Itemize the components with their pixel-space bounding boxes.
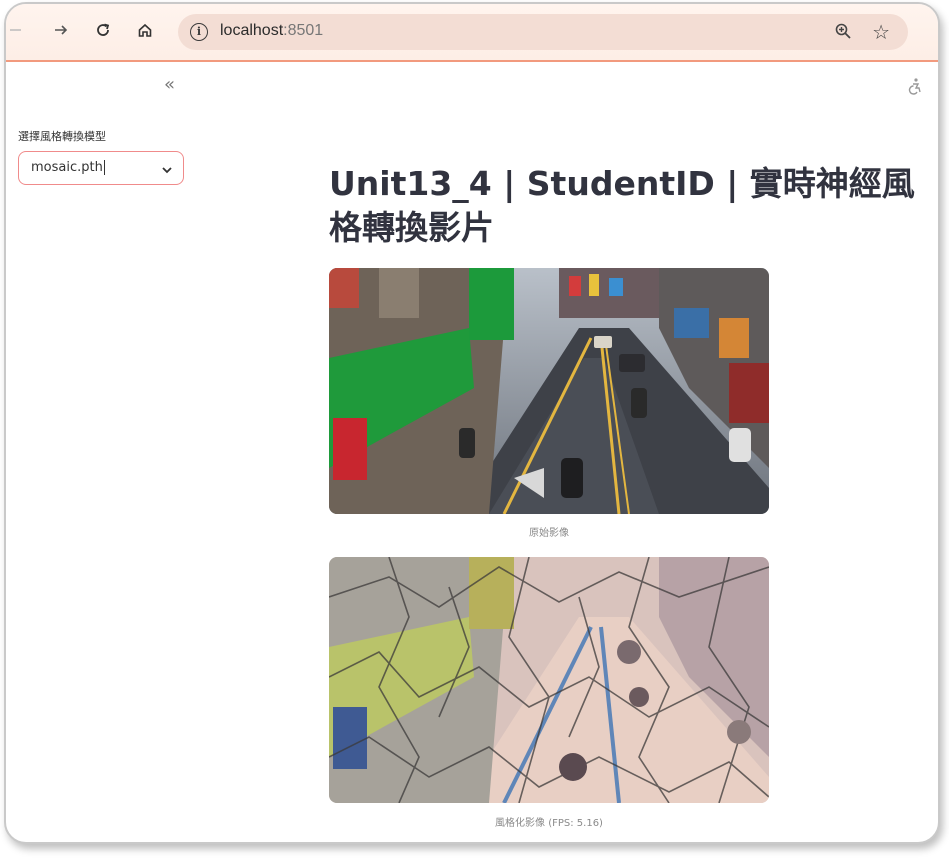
chevron-down-icon	[161, 161, 173, 180]
original-caption: 原始影像	[529, 528, 569, 539]
page-title: Unit13_4 | StudentID | 實時神經風格轉換影片	[329, 164, 915, 247]
styled-caption: 風格化影像 (FPS: 5.16)	[495, 818, 603, 829]
model-select-value: mosaic.pth	[31, 160, 105, 175]
sidebar-collapse-button[interactable]: «	[164, 74, 175, 95]
browser-toolbar: i localhost:8501 ☆	[6, 4, 938, 62]
zoom-icon[interactable]	[834, 22, 852, 44]
styled-video-frame	[329, 557, 769, 803]
original-video-frame	[329, 268, 769, 514]
address-bar[interactable]: i localhost:8501 ☆	[178, 14, 908, 50]
url-text[interactable]: localhost:8501	[220, 22, 323, 40]
browser-window: i localhost:8501 ☆ « 選擇風格轉換模型 mosaic.pth…	[4, 2, 940, 844]
reload-icon[interactable]	[90, 17, 116, 43]
site-info-icon[interactable]: i	[190, 23, 208, 41]
forward-arrow-icon[interactable]	[48, 17, 74, 43]
model-select-label: 選擇風格轉換模型	[18, 130, 106, 143]
bookmark-star-icon[interactable]: ☆	[872, 20, 890, 44]
model-select[interactable]: mosaic.pth	[18, 151, 184, 185]
accessibility-icon[interactable]	[906, 77, 924, 99]
home-icon[interactable]	[132, 17, 158, 43]
back-arrow-icon[interactable]	[6, 17, 28, 43]
